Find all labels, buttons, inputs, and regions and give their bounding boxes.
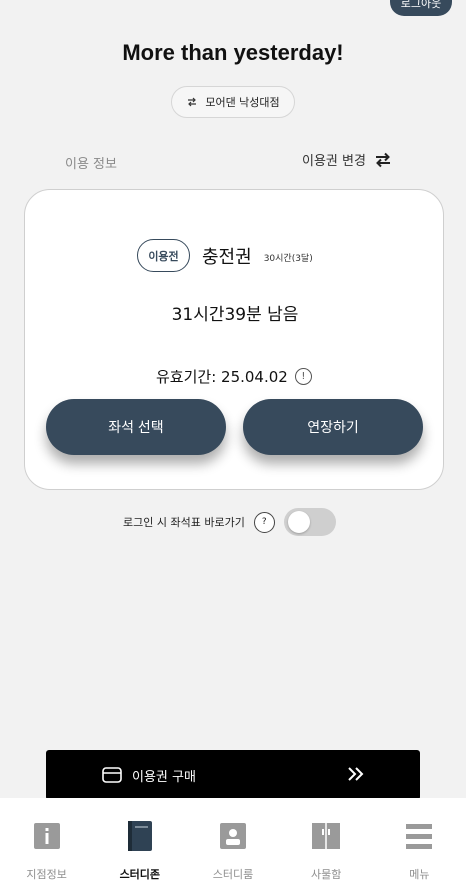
change-ticket-button[interactable]: 이용권 변경: [302, 150, 392, 169]
purchase-label: 이용권 구매: [132, 769, 196, 785]
ticket-card: 이용전 충전권 30시간(3달) 31시간39분 남음 유효기간: 25.04.…: [24, 189, 444, 490]
wallet-icon: [102, 767, 122, 783]
validity-date: 유효기간: 25.04.02: [156, 368, 288, 386]
nav-item-study-room[interactable]: 스터디룸: [186, 798, 279, 895]
swap-icon: [188, 97, 197, 107]
info-icon: [33, 823, 60, 849]
nav-label: 스터디룸: [212, 868, 254, 881]
nav-label: 사물함: [311, 868, 342, 881]
purchase-ticket-button[interactable]: 이용권 구매: [46, 750, 420, 800]
nav-item-study-zone[interactable]: 스터디존: [93, 798, 186, 895]
seat-shortcut-label: 로그인 시 좌석표 바로가기: [123, 516, 245, 529]
validity-row: 유효기간: 25.04.02 !: [156, 366, 312, 387]
remaining-time: 31시간39분 남음: [171, 305, 299, 325]
nav-label: 지점정보: [26, 868, 67, 881]
seat-shortcut-row: 로그인 시 좌석표 바로가기 ?: [123, 508, 336, 536]
nav-item-locker[interactable]: 사물함: [280, 798, 373, 895]
menu-icon: [406, 824, 433, 849]
branch-selector[interactable]: 모어댄 낙성대점: [171, 86, 295, 118]
ticket-spec: 30시간(3달): [263, 254, 313, 264]
status-badge: 이용전: [137, 239, 190, 272]
ticket-name: 충전권: [202, 246, 252, 268]
extend-button[interactable]: 연장하기: [243, 399, 423, 455]
book-icon: [127, 821, 152, 851]
branch-name: 모어댄 낙성대점: [205, 96, 280, 109]
swap-icon: [375, 152, 390, 167]
nav-item-branch-info[interactable]: 지점정보: [0, 798, 93, 895]
toggle-knob: [287, 511, 310, 533]
logout-button[interactable]: 로그아웃: [390, 0, 452, 16]
ticket-header: 이용전 충전권 30시간(3달): [137, 239, 313, 272]
select-seat-button[interactable]: 좌석 선택: [46, 399, 226, 455]
nav-label: 메뉴: [409, 868, 430, 881]
nav-item-menu[interactable]: 메뉴: [373, 798, 466, 895]
page-title: More than yesterday!: [122, 40, 344, 65]
change-ticket-label: 이용권 변경: [302, 154, 366, 169]
info-icon[interactable]: !: [294, 368, 312, 385]
nav-label: 스터디존: [119, 868, 161, 881]
locker-icon: [312, 823, 341, 849]
seat-shortcut-toggle[interactable]: [283, 508, 336, 536]
room-icon: [220, 823, 246, 849]
double-chevron-right-icon: [348, 767, 364, 781]
help-icon[interactable]: ?: [253, 511, 275, 533]
section-label: 이용 정보: [65, 157, 117, 172]
bottom-nav: 지점정보 스터디존 스터디룸 사물함 메뉴: [0, 798, 466, 895]
